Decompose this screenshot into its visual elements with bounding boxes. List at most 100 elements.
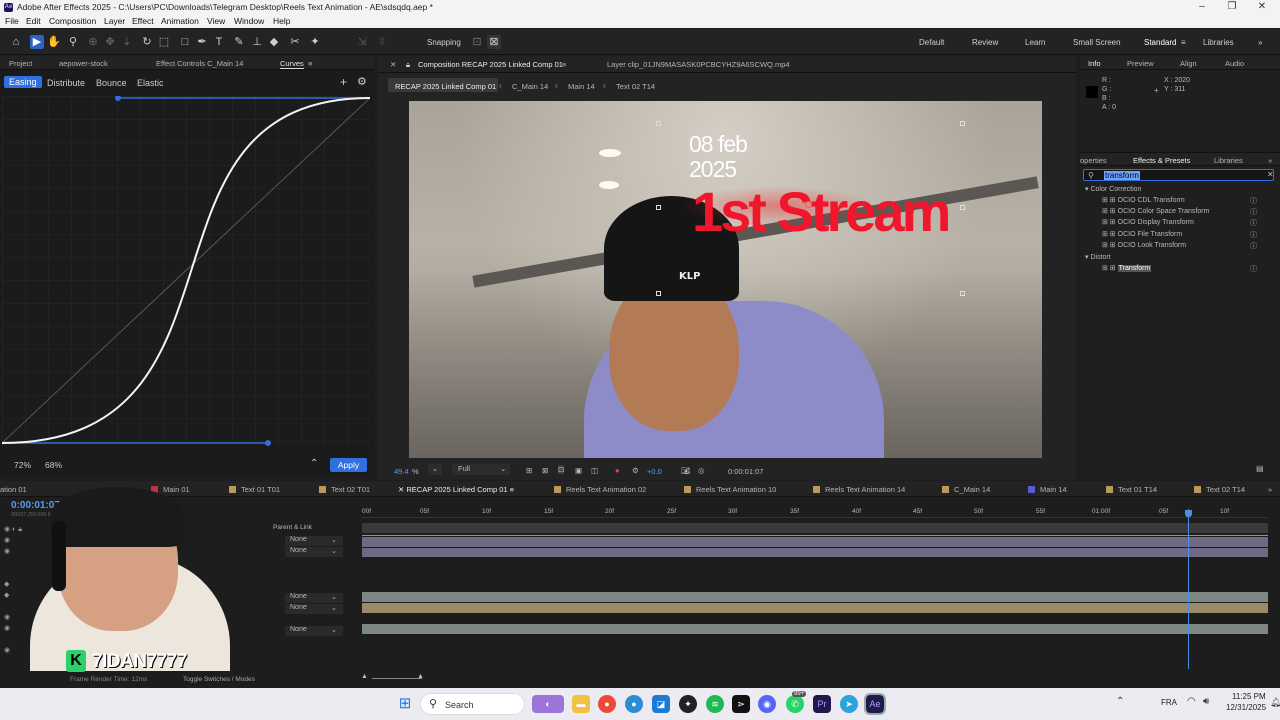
- menu-effect[interactable]: Effect: [132, 16, 154, 26]
- transform-handle[interactable]: [960, 121, 965, 126]
- tab-layer[interactable]: Layer clip_01JN9MASASK0PCBCYHZ9A6SCWQ.mp…: [607, 60, 790, 69]
- premiere-icon[interactable]: Pr: [813, 695, 831, 713]
- terminal-icon[interactable]: ⋗: [732, 695, 750, 713]
- region-icon[interactable]: ⊞: [526, 466, 532, 475]
- minimize-icon[interactable]: –: [1192, 1, 1212, 12]
- effects-search-box[interactable]: ⚲ transform ✕: [1083, 169, 1274, 181]
- resolution-dropdown-icon[interactable]: ⌄: [500, 464, 506, 473]
- tab-effects-presets[interactable]: Effects & Presets: [1133, 156, 1190, 165]
- transform-handle[interactable]: [960, 205, 965, 210]
- zoom-dropdown-icon[interactable]: ⌄: [428, 464, 442, 475]
- parent-select[interactable]: None ⌄: [285, 604, 343, 614]
- puppet-tool-icon[interactable]: ✦: [308, 35, 322, 49]
- transform-handle[interactable]: [656, 205, 661, 210]
- menu-help[interactable]: Help: [273, 16, 290, 26]
- language-indicator[interactable]: FRA: [1161, 698, 1177, 707]
- menu-composition[interactable]: Composition: [49, 16, 96, 26]
- tab-comp[interactable]: Text 02 T01: [319, 485, 370, 494]
- maximize-icon[interactable]: ❐: [1222, 1, 1242, 12]
- add-icon[interactable]: +: [340, 75, 347, 89]
- transform-handle[interactable]: [656, 291, 661, 296]
- list-item[interactable]: ⊞ ⊞ OCIO Display Transform ⓘ: [1102, 218, 1257, 229]
- list-item[interactable]: ⊞ ⊞ OCIO CDL Transform ⓘ: [1102, 196, 1257, 207]
- zoom-tool-icon[interactable]: ⚲: [66, 35, 80, 49]
- snap-grid-icon[interactable]: ⊠: [487, 35, 501, 49]
- transform-handle[interactable]: [960, 291, 965, 296]
- align-icon[interactable]: ⇲: [355, 35, 369, 49]
- channel-icon[interactable]: ●: [615, 466, 620, 475]
- rectangle-tool-icon[interactable]: □: [178, 35, 192, 49]
- tab-curves[interactable]: Curves: [280, 59, 304, 69]
- zoom-in-icon[interactable]: ▲: [417, 673, 424, 680]
- workspace-learn[interactable]: Learn: [1025, 38, 1045, 47]
- mode-distribute[interactable]: Distribute: [47, 78, 85, 88]
- distribute-icon[interactable]: ⇳: [375, 35, 389, 49]
- tab-comp[interactable]: Text 01 T14: [1106, 485, 1157, 494]
- settings-gear-icon[interactable]: ⚙: [357, 75, 367, 88]
- pen-tool-icon[interactable]: ✒: [195, 35, 209, 49]
- orbit-tool-icon[interactable]: ⊕: [86, 35, 100, 49]
- workspace-menu-icon[interactable]: ≡: [1181, 38, 1186, 47]
- lock-icon[interactable]: 🔒︎: [406, 60, 410, 70]
- tab-project[interactable]: Project: [9, 59, 32, 68]
- transform-handle[interactable]: [656, 121, 661, 126]
- menu-window[interactable]: Window: [234, 16, 264, 26]
- panel-menu-icon[interactable]: ≡: [308, 59, 312, 68]
- tab-preview[interactable]: Preview: [1127, 59, 1154, 68]
- windows-start-icon[interactable]: ⊞: [396, 695, 414, 713]
- tab-comp[interactable]: C_Main 14: [942, 485, 990, 494]
- snapshot-icon[interactable]: 📷︎: [681, 466, 691, 475]
- mask-visibility-icon[interactable]: ⊡: [558, 465, 565, 474]
- guides-icon[interactable]: ◫: [591, 466, 598, 475]
- type-tool-icon[interactable]: T: [212, 35, 226, 49]
- tab-comp[interactable]: Reels Text Animation 14: [813, 485, 905, 494]
- tab-info[interactable]: Info: [1088, 59, 1101, 68]
- zoom-out-icon[interactable]: ▲: [361, 673, 368, 680]
- close-icon[interactable]: ✕: [1252, 1, 1272, 12]
- expand-icon[interactable]: »: [1268, 485, 1272, 494]
- composition-viewer[interactable]: KLP 08 feb 2025 1st Stream: [409, 101, 1042, 458]
- influence-in[interactable]: 72%: [14, 460, 31, 470]
- show-snapshot-icon[interactable]: ◎: [698, 466, 705, 475]
- clock-date[interactable]: 12/31/2025: [1226, 703, 1266, 712]
- layer-bar[interactable]: [362, 548, 1268, 557]
- tab-comp[interactable]: Text 02 T14: [1194, 485, 1245, 494]
- roto-tool-icon[interactable]: ✂: [288, 35, 302, 49]
- tab-comp[interactable]: Main 14: [1028, 485, 1067, 494]
- close-tab-icon[interactable]: ✕: [390, 60, 396, 69]
- chevron-up-icon[interactable]: ⌃: [310, 458, 318, 469]
- photos-icon[interactable]: ◪: [652, 695, 670, 713]
- wifi-icon[interactable]: ◠: [1187, 696, 1196, 707]
- volume-icon[interactable]: 🔊︎: [1203, 696, 1209, 707]
- anchor-tool-icon[interactable]: ⬚: [157, 35, 171, 49]
- mode-bounce[interactable]: Bounce: [96, 78, 127, 88]
- discord-icon[interactable]: ◉: [758, 695, 776, 713]
- anchor-point-icon[interactable]: [805, 201, 812, 208]
- grid-icon[interactable]: ▣: [575, 466, 582, 475]
- selection-tool-icon[interactable]: ▶: [30, 35, 44, 49]
- date-text[interactable]: 08 feb 2025: [689, 132, 748, 182]
- parent-select[interactable]: None ⌄: [285, 626, 343, 636]
- pan-tool-icon[interactable]: ✥: [103, 35, 117, 49]
- transparency-grid-icon[interactable]: ⊠: [542, 466, 548, 475]
- list-item[interactable]: ⊞ ⊞ Transform ⓘ: [1102, 264, 1276, 273]
- workspace-small-screen[interactable]: Small Screen: [1073, 38, 1121, 47]
- layer-bar[interactable]: [362, 592, 1268, 602]
- after-effects-icon[interactable]: Ae: [864, 693, 886, 715]
- group-distort[interactable]: ▾ Distort: [1085, 253, 1111, 261]
- tab-composition[interactable]: Composition RECAP 2025 Linked Comp 01: [418, 60, 563, 69]
- parent-select[interactable]: None ⌄: [285, 547, 343, 557]
- dolly-tool-icon[interactable]: ⇣: [120, 35, 134, 49]
- clear-search-icon[interactable]: ✕: [1267, 170, 1274, 179]
- workspace-libraries[interactable]: Libraries: [1203, 38, 1234, 47]
- spotify-icon[interactable]: ≋: [706, 695, 724, 713]
- expand-icon[interactable]: »: [1258, 38, 1262, 47]
- expand-icon[interactable]: »: [1268, 156, 1272, 165]
- exposure-icon[interactable]: ⚙: [632, 466, 639, 475]
- home-icon[interactable]: ⌂: [9, 35, 23, 49]
- exposure-value[interactable]: +0.0: [647, 467, 662, 476]
- layer-bar[interactable]: [362, 603, 1268, 613]
- breadcrumb-text[interactable]: Text 02 T14: [616, 82, 655, 91]
- tab-comp[interactable]: Reels Text Animation 02: [554, 485, 646, 494]
- mode-elastic[interactable]: Elastic: [137, 78, 164, 88]
